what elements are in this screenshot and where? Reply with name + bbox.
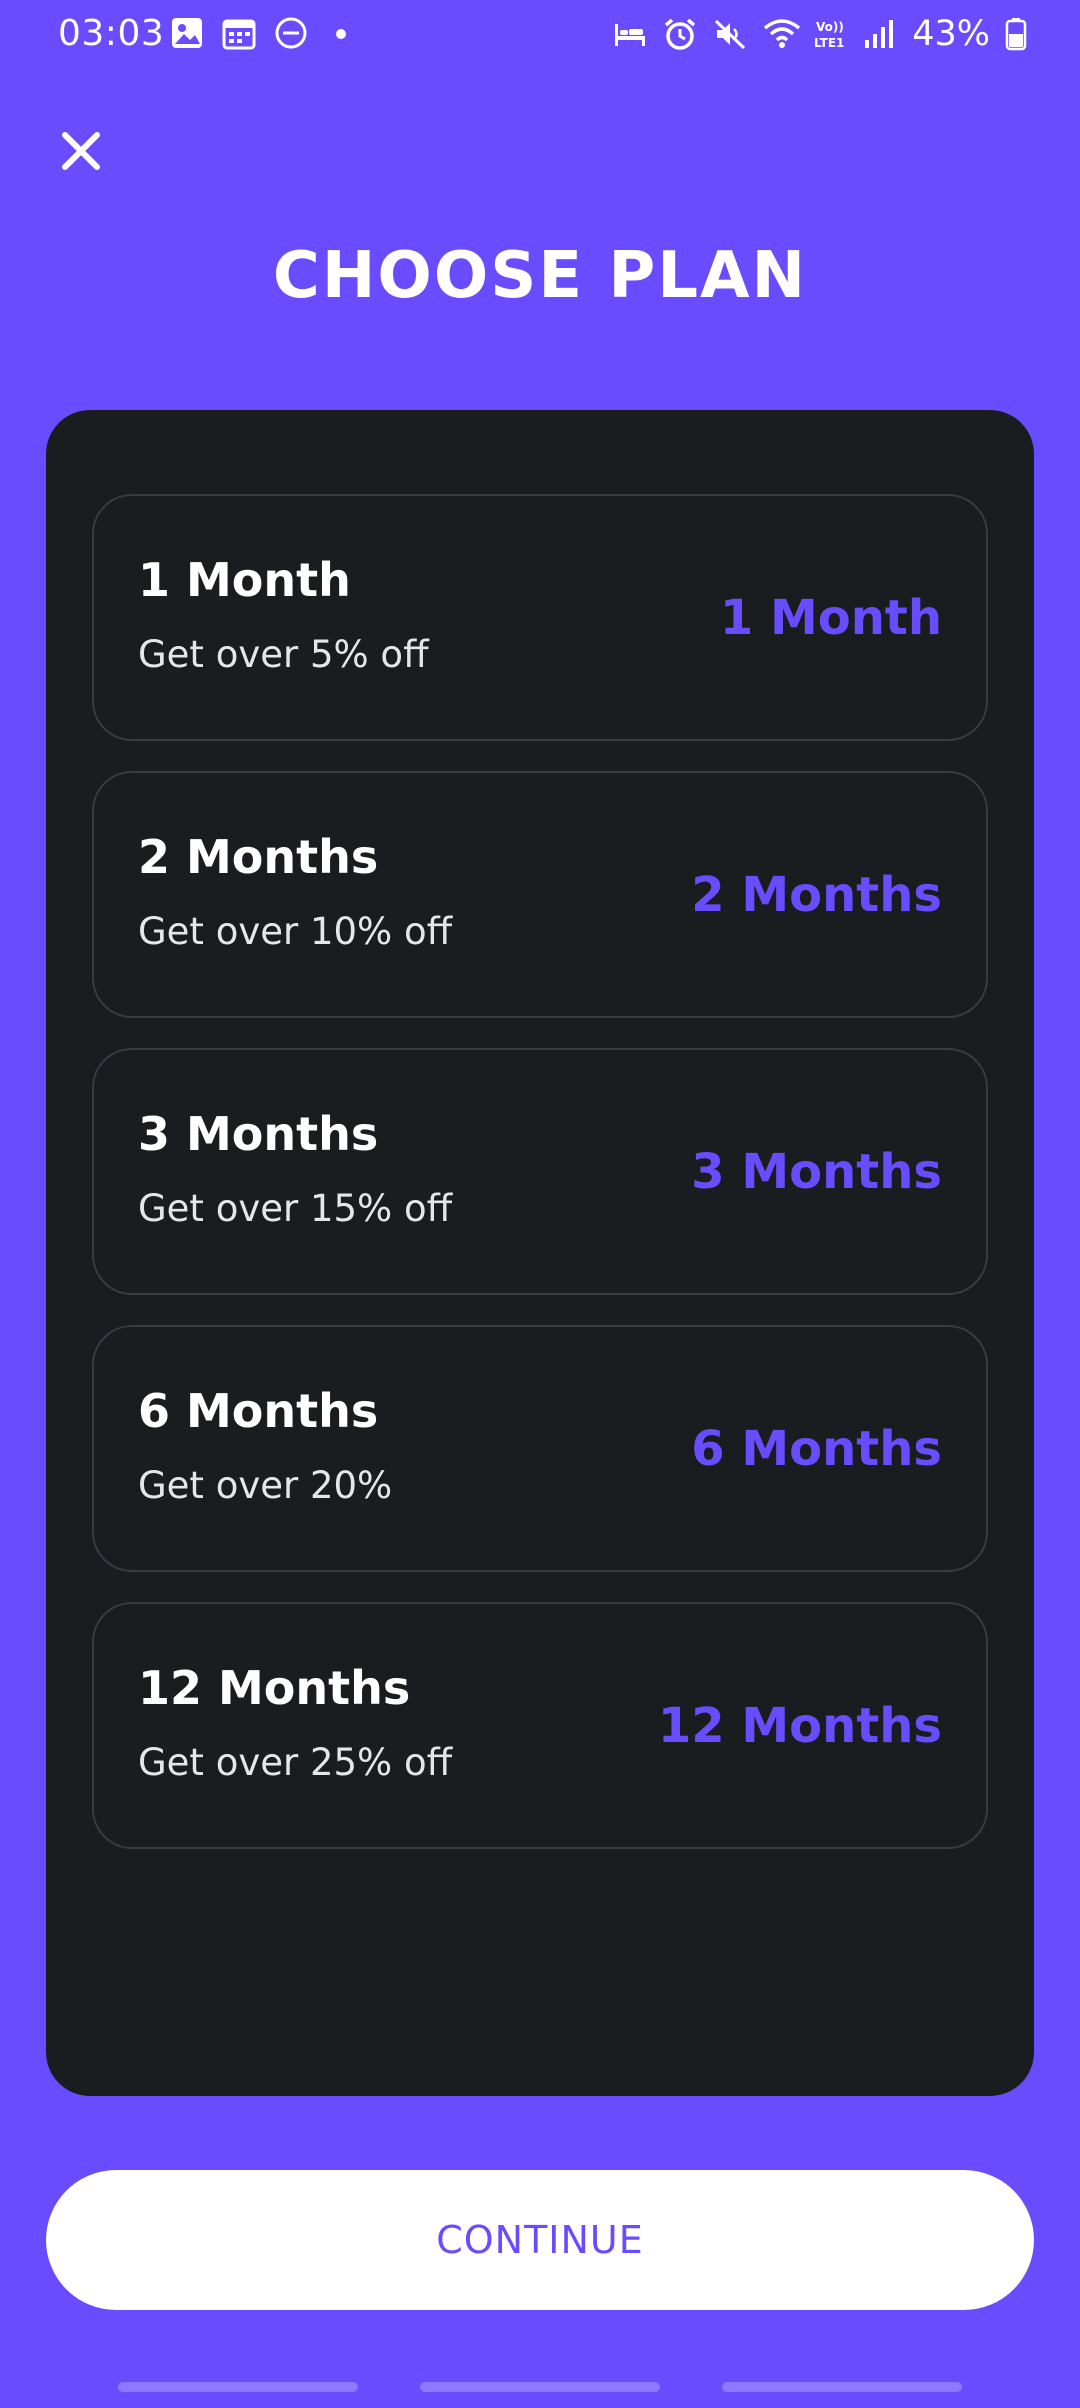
plan-option-1-month[interactable]: 1 Month Get over 5% off 1 Month [92, 494, 988, 741]
plan-name: 3 Months [138, 1107, 379, 1161]
plan-option-6-months[interactable]: 6 Months Get over 20% 6 Months [92, 1325, 988, 1572]
wifi-icon [762, 16, 801, 52]
notification-dot [336, 29, 346, 39]
choose-plan-screen: 03:03 Vo)) LTE1 43% CHOOSE PLAN 1 Month … [0, 0, 1080, 2408]
plan-option-2-months[interactable]: 2 Months Get over 10% off 2 Months [92, 771, 988, 1018]
plan-description: Get over 15% off [138, 1187, 453, 1230]
continue-button-label: CONTINUE [436, 2218, 644, 2262]
close-icon [62, 132, 100, 170]
dnd-icon [274, 16, 310, 52]
plan-price: 2 Months [691, 867, 942, 923]
system-nav-bar [0, 2382, 1080, 2394]
battery-icon [1004, 16, 1028, 52]
plan-name: 2 Months [138, 830, 379, 884]
plan-list: 1 Month Get over 5% off 1 Month 2 Months… [92, 494, 988, 1849]
alarm-icon [662, 16, 698, 52]
mute-icon [712, 16, 748, 52]
calendar-icon [222, 16, 258, 52]
nav-recents-handle[interactable] [118, 2382, 358, 2392]
page-title: CHOOSE PLAN [272, 239, 808, 313]
status-right-icons: Vo)) LTE1 43% [612, 14, 1028, 54]
status-bar: 03:03 Vo)) LTE1 43% [0, 0, 1080, 72]
plan-description: Get over 5% off [138, 633, 429, 676]
plan-price: 3 Months [691, 1144, 942, 1200]
plan-name: 1 Month [138, 553, 351, 607]
plan-price: 12 Months [657, 1698, 942, 1754]
plan-description: Get over 10% off [138, 910, 453, 953]
plan-option-3-months[interactable]: 3 Months Get over 15% off 3 Months [92, 1048, 988, 1295]
battery-percent: 43% [912, 14, 990, 54]
bed-icon [612, 16, 648, 52]
plan-name: 12 Months [138, 1661, 411, 1715]
plan-name: 6 Months [138, 1384, 379, 1438]
nav-home-handle[interactable] [420, 2382, 660, 2392]
status-left-icons [170, 16, 346, 52]
gallery-icon [170, 16, 206, 52]
plan-price: 1 Month [719, 590, 942, 646]
volte-icon: Vo)) LTE1 [812, 16, 848, 52]
plan-description: Get over 20% [138, 1464, 393, 1507]
svg-text:Vo)): Vo)) [816, 20, 844, 34]
plan-option-12-months[interactable]: 12 Months Get over 25% off 12 Months [92, 1602, 988, 1849]
status-time: 03:03 [58, 13, 165, 54]
signal-icon [862, 16, 898, 52]
plan-price: 6 Months [691, 1421, 942, 1477]
plans-panel: 1 Month Get over 5% off 1 Month 2 Months… [46, 410, 1034, 2096]
close-button[interactable] [56, 126, 106, 176]
plan-description: Get over 25% off [138, 1741, 453, 1784]
nav-back-handle[interactable] [722, 2382, 962, 2392]
svg-text:LTE1: LTE1 [814, 36, 844, 50]
continue-button[interactable]: CONTINUE [46, 2170, 1034, 2310]
